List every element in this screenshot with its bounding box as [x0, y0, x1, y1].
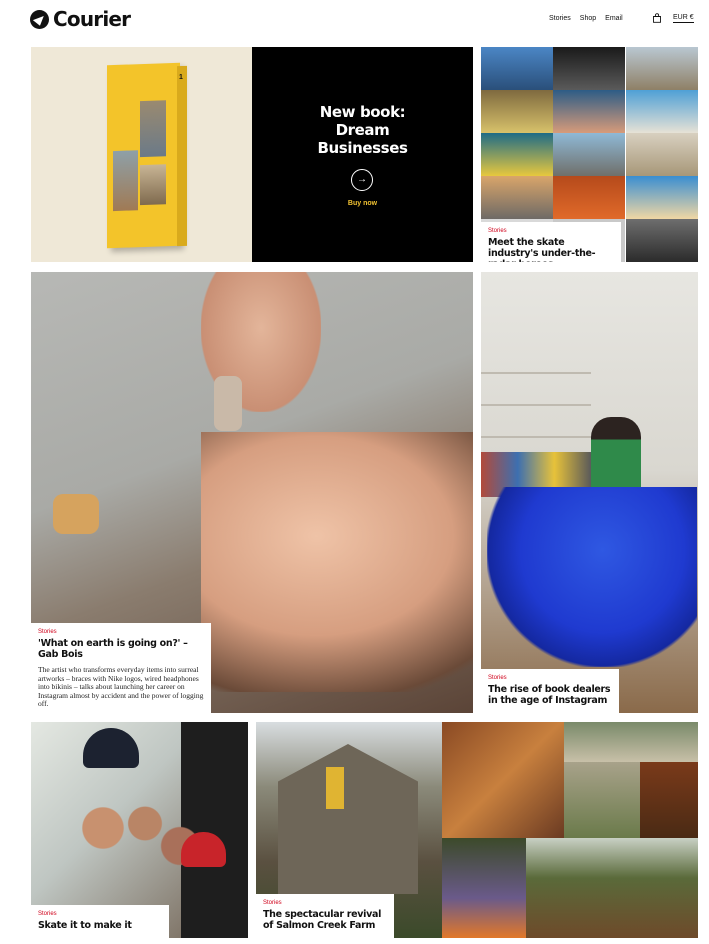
interior-photo — [442, 722, 564, 838]
skate-make-it-card[interactable]: Stories Skate it to make it — [31, 722, 248, 938]
site-header: Courier Stories Shop Email EUR € — [0, 0, 709, 40]
figurine — [214, 376, 242, 431]
story-tag[interactable]: Stories — [488, 675, 612, 681]
brand-logo[interactable]: Courier — [30, 7, 131, 31]
story-tag[interactable]: Stories — [38, 629, 204, 635]
gab-bois-card[interactable]: Stories 'What on earth is going on?' – G… — [31, 272, 473, 713]
blue-table — [487, 487, 697, 667]
nav-stories[interactable]: Stories — [549, 15, 571, 22]
promo-title: New book: Dream Businesses — [317, 103, 408, 157]
nav-shop[interactable]: Shop — [580, 15, 596, 22]
book-image[interactable]: 1 — [31, 47, 252, 262]
book-spine — [177, 65, 187, 247]
beanie — [83, 728, 139, 768]
bag-icon[interactable] — [652, 13, 662, 23]
story-title[interactable]: The spectacular revival of Salmon Creek … — [263, 909, 387, 931]
story-title[interactable]: The rise of book dealers in the age of I… — [488, 684, 612, 706]
buy-now-link[interactable]: Buy now — [252, 200, 473, 207]
card-caption: Stories Meet the skate industry's under-… — [481, 222, 621, 262]
card-caption: Stories The rise of book dealers in the … — [481, 669, 619, 713]
pot-photo — [640, 762, 698, 838]
card-caption: Stories Skate it to make it — [31, 905, 169, 938]
book-cover — [107, 62, 180, 249]
story-tag[interactable]: Stories — [263, 900, 387, 906]
figurine — [53, 494, 99, 534]
card-caption: Stories 'What on earth is going on?' – G… — [31, 623, 211, 713]
salmon-creek-card[interactable]: Stories The spectacular revival of Salmo… — [256, 722, 698, 938]
red-cap — [181, 832, 226, 867]
story-title[interactable]: Skate it to make it — [38, 920, 162, 931]
story-tag[interactable]: Stories — [488, 228, 614, 234]
greenhouse-photo — [564, 762, 640, 838]
arrow-right-icon[interactable]: → — [351, 169, 373, 191]
cabin-window — [326, 767, 344, 809]
nav-email[interactable]: Email — [605, 15, 623, 22]
book-number: 1 — [179, 74, 183, 81]
skate-industry-card[interactable]: Stories Meet the skate industry's under-… — [481, 47, 698, 262]
face-image — [201, 432, 473, 692]
table-photo — [564, 722, 698, 762]
book-promo[interactable]: New book: Dream Businesses → Buy now — [252, 47, 473, 262]
story-tag[interactable]: Stories — [38, 911, 162, 917]
book-dealers-card[interactable]: Stories The rise of book dealers in the … — [481, 272, 698, 713]
card-caption: Stories The spectacular revival of Salmo… — [256, 894, 394, 938]
story-title[interactable]: 'What on earth is going on?' – Gab Bois — [38, 638, 204, 660]
person — [591, 417, 641, 492]
flowers-photo — [442, 838, 526, 938]
main-nav: Stories Shop Email — [549, 15, 623, 22]
currency-selector[interactable]: EUR € — [673, 14, 694, 23]
faces — [61, 792, 201, 882]
story-excerpt: The artist who transforms everyday items… — [38, 665, 204, 709]
greenhouse-exterior — [526, 838, 698, 938]
story-title[interactable]: Meet the skate industry's under-the-rada… — [488, 237, 614, 262]
brand-name: Courier — [53, 7, 131, 31]
courier-logo-icon — [30, 9, 49, 29]
